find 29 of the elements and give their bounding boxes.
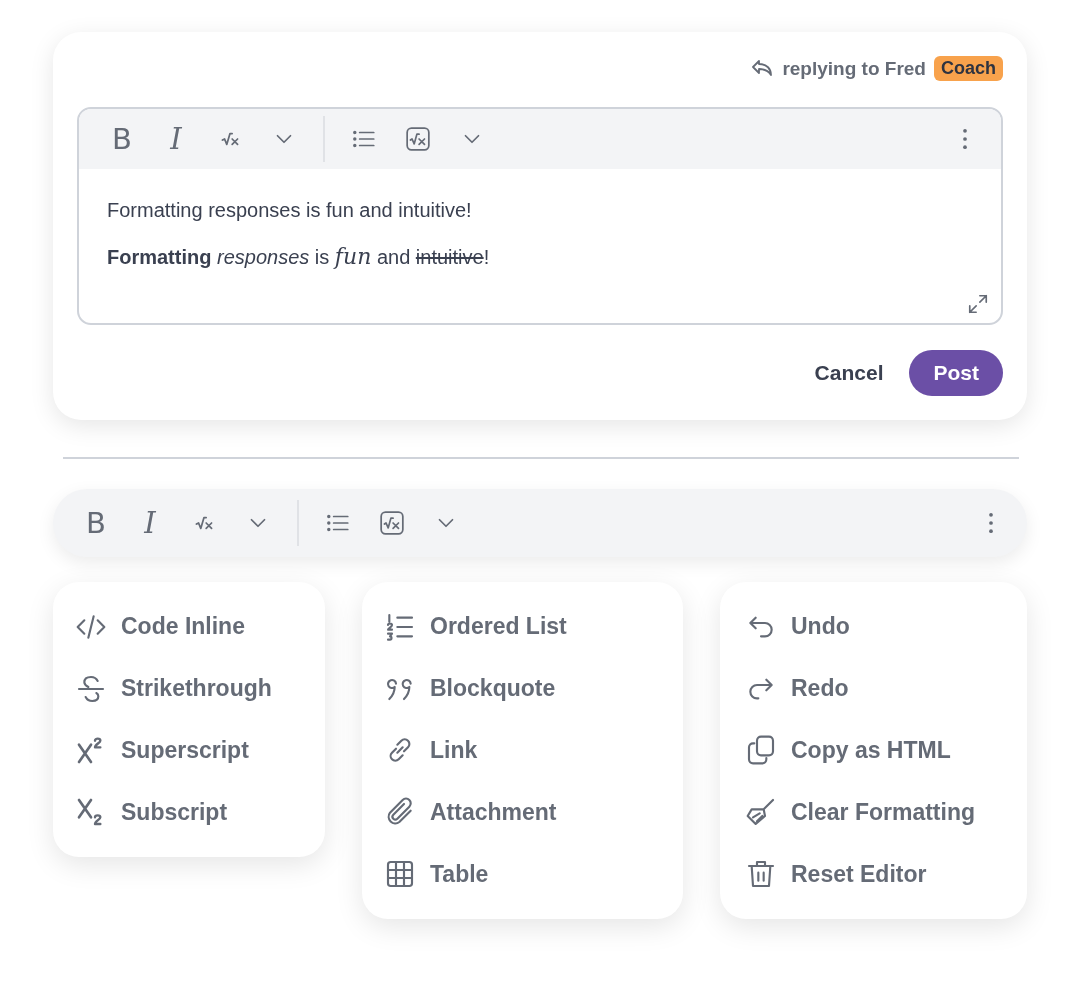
menu-item[interactable]: Blockquote: [384, 657, 683, 720]
menu-item[interactable]: Table: [384, 843, 683, 905]
bold-button[interactable]: B: [95, 117, 149, 161]
reply-target: replying to Fred: [782, 57, 926, 80]
cancel-button[interactable]: Cancel: [814, 361, 884, 385]
formula-icon[interactable]: [405, 126, 431, 152]
menu-item[interactable]: Superscript: [75, 719, 325, 782]
menu-item[interactable]: Undo: [745, 596, 1027, 658]
copy-icon: [745, 734, 777, 767]
role-badge: Coach: [934, 56, 1003, 81]
italic-button[interactable]: I: [123, 501, 177, 545]
menu-item[interactable]: Link: [384, 719, 683, 782]
menu-item[interactable]: Clear Formatting: [745, 781, 1027, 844]
post-button[interactable]: Post: [909, 350, 1003, 396]
menu-item[interactable]: Redo: [745, 657, 1027, 720]
bold-button[interactable]: B: [69, 501, 123, 545]
menu-item[interactable]: Copy as HTML: [745, 719, 1027, 782]
menu-item[interactable]: Strikethrough: [75, 657, 325, 720]
expand-icon[interactable]: [967, 293, 989, 315]
editor-text: Formatting responses is fun and intuitive!: [107, 199, 473, 222]
text-editor[interactable]: B I Formatting responses is fun and intuitive! Formatting responses is fun and intuitive!: [77, 107, 1003, 325]
formula-icon[interactable]: [379, 510, 405, 536]
italic-button[interactable]: I: [149, 117, 203, 161]
menu-item[interactable]: Attachment: [384, 781, 683, 844]
menu-item[interactable]: Reset Editor: [745, 843, 1027, 905]
menu-item[interactable]: Code Inline: [75, 596, 325, 658]
menu-item[interactable]: Ordered List: [384, 596, 683, 658]
editor-text: Formatting responses is fun and intuitive!: [107, 244, 491, 269]
menu-item[interactable]: Subscript: [75, 781, 325, 843]
